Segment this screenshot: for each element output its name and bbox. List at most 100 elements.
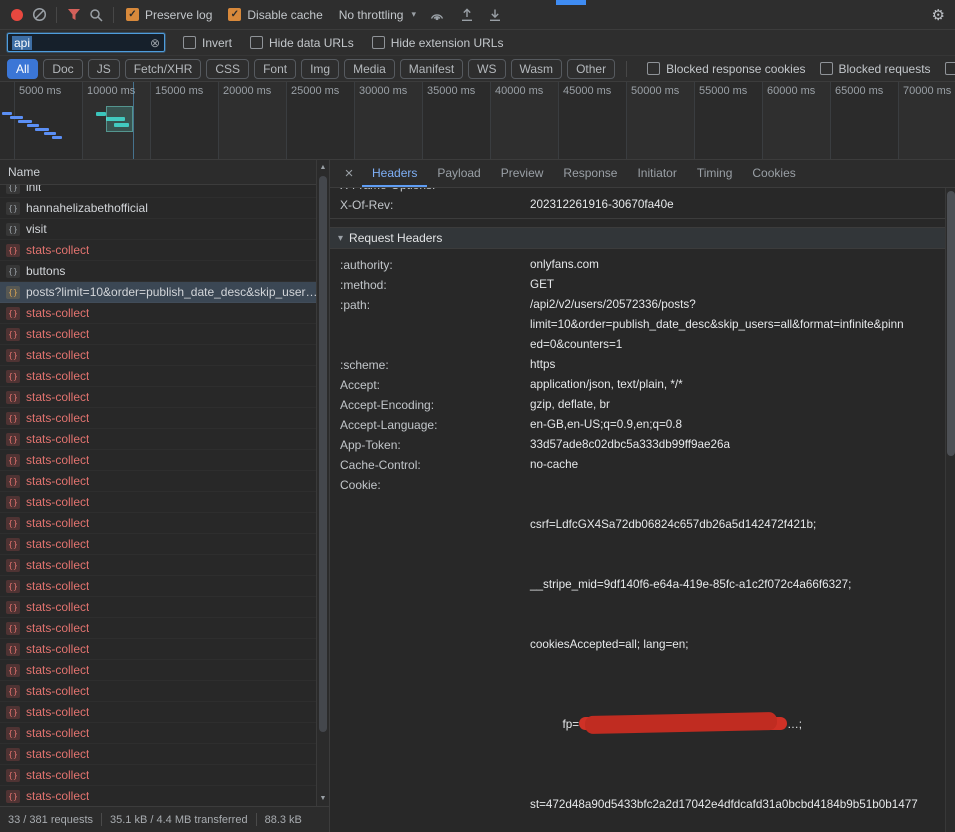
details-tab[interactable]: Timing — [687, 160, 743, 187]
filter-checkbox[interactable]: Blocked requests — [820, 62, 931, 76]
hide-extension-urls-checkbox[interactable]: Hide extension URLs — [372, 36, 504, 50]
request-file-icon — [6, 244, 20, 257]
filter-toggle-button[interactable] — [63, 4, 85, 26]
invert-checkbox[interactable]: Invert — [183, 36, 232, 50]
request-row[interactable]: stats-collect — [0, 513, 317, 534]
request-row[interactable]: stats-collect — [0, 387, 317, 408]
request-row[interactable]: stats-collect — [0, 723, 317, 744]
request-row[interactable]: stats-collect — [0, 555, 317, 576]
header-row: Accept-Encoding: gzip, deflate, br — [330, 395, 945, 415]
throttling-dropdown[interactable]: No throttling ▾ — [339, 8, 416, 22]
request-headers-section-header[interactable]: ▾ Request Headers — [330, 227, 945, 249]
request-row[interactable]: stats-collect — [0, 366, 317, 387]
request-row[interactable]: stats-collect — [0, 471, 317, 492]
request-name: stats-collect — [26, 579, 89, 593]
type-filter-chip[interactable]: All — [7, 59, 38, 79]
type-filter-chip[interactable]: Doc — [43, 59, 82, 79]
timeline-overview[interactable]: 5000 ms 10000 ms 15000 ms 20000 ms 25000… — [0, 82, 955, 160]
type-filter-chip[interactable]: Manifest — [400, 59, 463, 79]
request-row[interactable]: stats-collect — [0, 450, 317, 471]
filter-checkbox[interactable]: 3rd-party requests — [945, 62, 955, 76]
details-tab[interactable]: Initiator — [627, 160, 686, 187]
type-filter-chip[interactable]: Media — [344, 59, 395, 79]
request-row[interactable]: stats-collect — [0, 702, 317, 723]
request-row[interactable]: stats-collect — [0, 765, 317, 786]
search-button[interactable] — [85, 4, 107, 26]
checkbox-icon — [183, 36, 196, 49]
type-filter-chip[interactable]: CSS — [206, 59, 249, 79]
type-filter-chip[interactable]: Img — [301, 59, 339, 79]
overview-selection[interactable] — [106, 106, 133, 132]
request-row[interactable]: init — [0, 185, 317, 198]
name-column-header[interactable]: Name — [0, 160, 317, 185]
request-row[interactable]: stats-collect — [0, 240, 317, 261]
request-row[interactable]: stats-collect — [0, 303, 317, 324]
details-tab[interactable]: Preview — [491, 160, 554, 187]
disable-cache-checkbox[interactable]: Disable cache — [228, 8, 322, 22]
request-row[interactable]: stats-collect — [0, 618, 317, 639]
header-value: https — [530, 355, 945, 375]
details-scrollbar[interactable] — [945, 188, 955, 832]
header-rows: :authority: onlyfans.com :method: GET :p… — [330, 255, 945, 475]
request-row[interactable]: stats-collect — [0, 660, 317, 681]
filter-checkbox[interactable]: Blocked response cookies — [647, 62, 805, 76]
filter-checkbox-label: Blocked requests — [839, 62, 931, 76]
close-details-icon[interactable]: × — [336, 165, 362, 182]
scrollbar-thumb[interactable] — [319, 176, 327, 732]
request-file-icon — [6, 601, 20, 614]
type-filter-chips: All Doc JS Fetch/XHR CSS Font Img Media … — [7, 59, 620, 79]
type-filter-chip[interactable]: WS — [468, 59, 505, 79]
request-row[interactable]: stats-collect — [0, 576, 317, 597]
clear-log-button[interactable] — [28, 4, 50, 26]
export-har-button[interactable] — [484, 4, 506, 26]
request-row[interactable]: stats-collect — [0, 492, 317, 513]
header-key: X-Frame-Options: — [340, 188, 530, 195]
network-conditions-button[interactable] — [426, 4, 448, 26]
request-row[interactable]: stats-collect — [0, 534, 317, 555]
scrollbar-thumb[interactable] — [947, 191, 955, 456]
request-row[interactable]: stats-collect — [0, 681, 317, 702]
preserve-log-checkbox[interactable]: Preserve log — [126, 8, 212, 22]
request-row[interactable]: posts?limit=10&order=publish_date_desc&s… — [0, 282, 317, 303]
type-filter-chip[interactable]: Other — [567, 59, 615, 79]
filter-input[interactable]: api ⊗ — [7, 33, 165, 52]
type-filter-chip[interactable]: Fetch/XHR — [125, 59, 202, 79]
request-row[interactable]: stats-collect — [0, 597, 317, 618]
request-file-icon — [6, 643, 20, 656]
header-row: Accept: application/json, text/plain, */… — [330, 375, 945, 395]
request-row[interactable]: stats-collect — [0, 639, 317, 660]
request-name: stats-collect — [26, 243, 89, 257]
hide-data-urls-checkbox[interactable]: Hide data URLs — [250, 36, 354, 50]
request-name: stats-collect — [26, 495, 89, 509]
clear-filter-icon[interactable]: ⊗ — [150, 37, 160, 49]
request-row[interactable]: stats-collect — [0, 324, 317, 345]
details-tab[interactable]: Response — [553, 160, 627, 187]
record-button[interactable] — [6, 4, 28, 26]
timeline-label: 40000 ms — [495, 85, 543, 97]
request-row[interactable]: stats-collect — [0, 786, 317, 806]
request-file-icon — [6, 517, 20, 530]
timeline-label: 45000 ms — [563, 85, 611, 97]
settings-gear-icon[interactable]: ⚙ — [932, 6, 945, 24]
details-tab[interactable]: Headers — [362, 160, 427, 187]
request-row[interactable]: visit — [0, 219, 317, 240]
request-file-icon — [6, 202, 20, 215]
request-row[interactable]: stats-collect — [0, 345, 317, 366]
requests-scrollbar[interactable]: ▲ ▼ — [316, 160, 329, 806]
details-tab[interactable]: Cookies — [742, 160, 805, 187]
request-row[interactable]: buttons — [0, 261, 317, 282]
details-tab[interactable]: Payload — [427, 160, 490, 187]
import-har-button[interactable] — [456, 4, 478, 26]
request-row[interactable]: stats-collect — [0, 429, 317, 450]
header-key: :authority: — [340, 255, 530, 275]
request-row[interactable]: stats-collect — [0, 744, 317, 765]
request-file-icon — [6, 496, 20, 509]
scroll-up-icon[interactable]: ▲ — [317, 161, 329, 174]
scroll-down-icon[interactable]: ▼ — [317, 792, 329, 805]
type-filter-chip[interactable]: JS — [88, 59, 120, 79]
type-filter-chip[interactable]: Font — [254, 59, 296, 79]
request-row[interactable]: hannahelizabethofficial — [0, 198, 317, 219]
header-value: application/json, text/plain, */* — [530, 375, 945, 395]
type-filter-chip[interactable]: Wasm — [511, 59, 563, 79]
request-row[interactable]: stats-collect — [0, 408, 317, 429]
